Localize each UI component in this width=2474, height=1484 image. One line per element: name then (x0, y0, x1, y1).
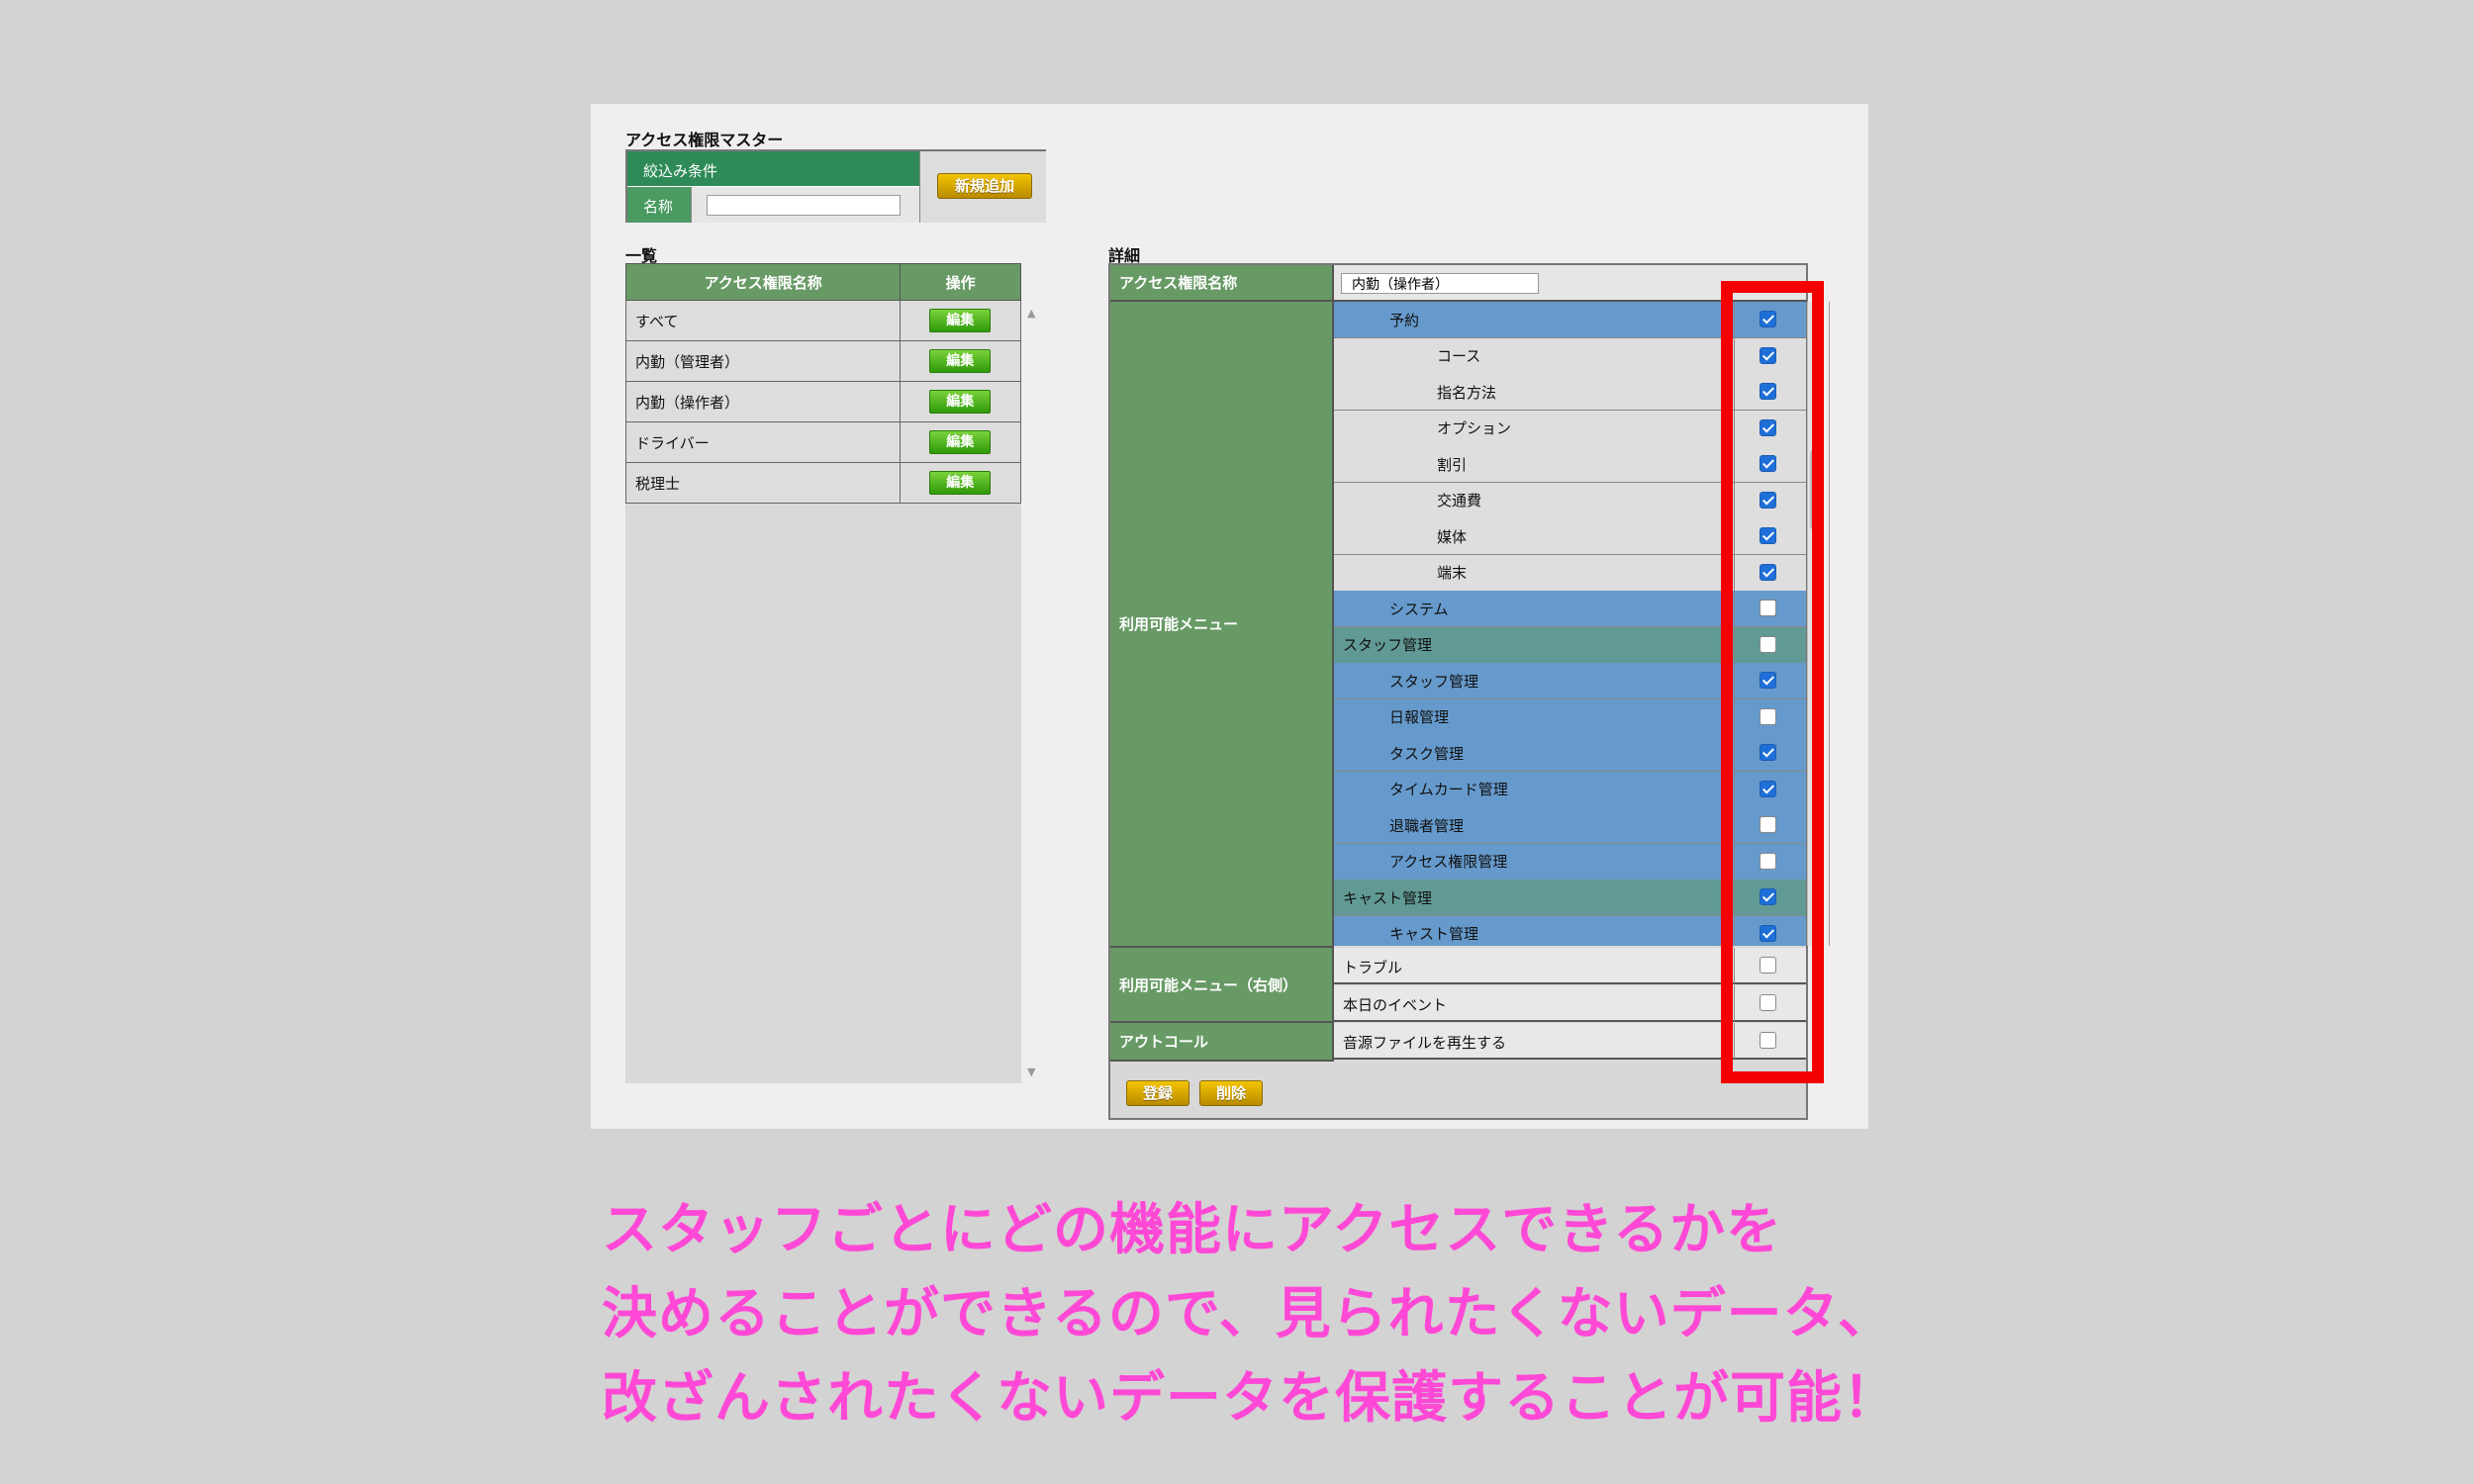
table-row: 税理士 編集 (624, 462, 1021, 504)
menu-item-label: 割引 (1437, 455, 1468, 474)
outcall-label: アウトコール (1110, 1023, 1334, 1062)
right-menu-label: トラブル (1343, 959, 1403, 976)
row-action-cell: 編集 (900, 462, 1021, 504)
highlight-frame (1721, 281, 1824, 1083)
scroll-up-icon[interactable]: ▲ (1027, 307, 1035, 320)
menu-item-label: オプション (1437, 419, 1512, 437)
filter-name-label: 名称 (627, 187, 691, 223)
edit-button[interactable]: 編集 (929, 349, 992, 373)
row-name: すべて (624, 300, 902, 341)
access-name-input[interactable] (1341, 273, 1539, 294)
page-title: アクセス権限マスター (625, 131, 784, 149)
row-name: 内勤（操作者） (624, 381, 902, 422)
outcall-label: 音源ファイルを再生する (1343, 1034, 1507, 1052)
detail-box: アクセス権限名称 利用可能メニュー 予約コース指名方法オプション割引交通費媒体端… (1108, 263, 1830, 1120)
delete-button[interactable]: 削除 (1199, 1080, 1263, 1106)
row-name: 税理士 (624, 462, 902, 504)
row-name: ドライバー (624, 421, 902, 463)
access-list-table: アクセス権限名称 操作 すべて 編集 内勤（管理者） 編集 内勤（操作者） 編集 ドライバー… (624, 263, 1021, 504)
menu-item-label: スタッフ管理 (1343, 636, 1433, 654)
table-row: すべて 編集 (624, 300, 1021, 341)
caption-line-1: スタッフごとにどの機能にアクセスできるかを (602, 1198, 1783, 1262)
right-menu-label: 本日のイベント (1343, 996, 1448, 1014)
menu-label: 利用可能メニュー (1110, 302, 1334, 948)
row-action-cell: 編集 (900, 381, 1021, 422)
menu-item-label: 退職者管理 (1389, 816, 1465, 835)
column-header-action: 操作 (900, 263, 1021, 301)
row-action-cell: 編集 (900, 340, 1021, 382)
edit-button[interactable]: 編集 (929, 471, 992, 495)
caption-line-2: 決めることができるので、見られたくないデータ、 (602, 1282, 1894, 1346)
right-menu-label: 利用可能メニュー（右側） (1110, 948, 1334, 1023)
menu-item-label: タイムカード管理 (1389, 781, 1508, 798)
menu-item-label: スタッフ管理 (1389, 672, 1479, 691)
menu-item-label: 媒体 (1437, 527, 1468, 546)
edit-button[interactable]: 編集 (929, 390, 992, 414)
menu-item-label: 端末 (1437, 564, 1468, 582)
filter-title: 絞込み条件 (627, 151, 919, 187)
filter-field-cell (691, 187, 919, 223)
row-name: 内勤（管理者） (624, 340, 902, 382)
add-button-cell: 新規追加 (919, 151, 1046, 223)
register-button[interactable]: 登録 (1126, 1080, 1189, 1106)
scroll-down-icon[interactable]: ▼ (1027, 1066, 1035, 1078)
menu-item-label: コース (1437, 347, 1481, 365)
add-new-button[interactable]: 新規追加 (937, 173, 1032, 199)
name-search-input[interactable] (707, 195, 901, 216)
menu-item-label: 予約 (1389, 311, 1420, 329)
access-master-panel: アクセス権限マスター 絞込み条件 名称 新規追加 一覧 アクセス権限名称 操作 … (591, 104, 1868, 1129)
detail-name-label: アクセス権限名称 (1110, 265, 1334, 302)
row-action-cell: 編集 (900, 421, 1021, 463)
menu-item-label: タスク管理 (1389, 744, 1465, 763)
table-row: 内勤（管理者） 編集 (624, 340, 1021, 382)
caption-line-3: 改ざんされたくないデータを保護することが可能！ (602, 1366, 1899, 1431)
menu-item-label: キャスト管理 (1389, 925, 1479, 943)
table-row: 内勤（操作者） 編集 (624, 381, 1021, 422)
menu-item-label: キャスト管理 (1343, 888, 1433, 907)
edit-button[interactable]: 編集 (929, 309, 992, 332)
list-area: アクセス権限名称 操作 すべて 編集 内勤（管理者） 編集 内勤（操作者） 編集 ドライバー… (624, 263, 1021, 1083)
filter-box: 絞込み条件 名称 新規追加 (625, 149, 1046, 223)
edit-button[interactable]: 編集 (929, 430, 992, 454)
table-row: ドライバー 編集 (624, 421, 1021, 463)
menu-item-label: システム (1389, 600, 1449, 618)
menu-item-label: アクセス権限管理 (1389, 853, 1508, 871)
menu-item-label: 指名方法 (1437, 383, 1497, 402)
row-action-cell: 編集 (900, 300, 1021, 341)
menu-item-label: 日報管理 (1389, 708, 1450, 726)
menu-item-label: 交通費 (1437, 492, 1482, 510)
column-header-name: アクセス権限名称 (624, 263, 902, 301)
